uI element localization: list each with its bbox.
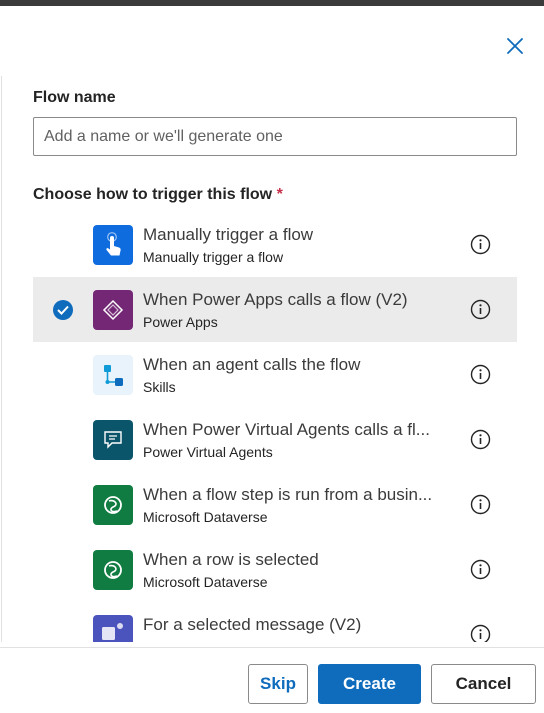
hand-tap-icon (93, 225, 133, 265)
left-divider (1, 76, 2, 642)
trigger-item-agent[interactable]: When an agent calls the flow Skills (33, 342, 517, 407)
trigger-item-pva[interactable]: When Power Virtual Agents calls a fl... … (33, 407, 517, 472)
skip-button[interactable]: Skip (248, 664, 308, 704)
trigger-list[interactable]: Manually trigger a flow Manually trigger… (33, 212, 517, 642)
close-button[interactable] (503, 34, 527, 58)
selected-check-icon (53, 300, 73, 320)
dataverse-icon (93, 550, 133, 590)
trigger-subtitle: Power Apps (143, 314, 218, 330)
chat-bubble-icon (93, 420, 133, 460)
trigger-item-selected-message[interactable]: For a selected message (V2) (33, 602, 517, 642)
trigger-subtitle: Skills (143, 379, 176, 395)
flow-name-label: Flow name (33, 89, 116, 106)
required-marker: * (276, 186, 283, 203)
info-icon[interactable] (470, 364, 491, 385)
trigger-title: When Power Virtual Agents calls a fl... (143, 420, 430, 439)
info-icon[interactable] (470, 299, 491, 320)
flow-name-input[interactable] (33, 117, 517, 156)
info-icon[interactable] (470, 559, 491, 580)
trigger-item-row-selected[interactable]: When a row is selected Microsoft Dataver… (33, 537, 517, 602)
close-icon (507, 38, 523, 54)
info-icon[interactable] (470, 494, 491, 515)
trigger-title: When a flow step is run from a busin... (143, 485, 433, 504)
trigger-title: When an agent calls the flow (143, 355, 361, 374)
trigger-title: When Power Apps calls a flow (V2) (143, 290, 408, 309)
create-button[interactable]: Create (318, 664, 421, 704)
cancel-button[interactable]: Cancel (431, 664, 536, 704)
trigger-subtitle: Power Virtual Agents (143, 444, 273, 460)
trigger-heading: Choose how to trigger this flow * (33, 186, 283, 204)
power-apps-icon (93, 290, 133, 330)
trigger-subtitle: Manually trigger a flow (143, 249, 284, 265)
trigger-title: When a row is selected (143, 550, 319, 569)
trigger-subtitle: Microsoft Dataverse (143, 509, 268, 525)
footer-divider (0, 647, 544, 648)
info-icon[interactable] (470, 624, 491, 642)
info-icon[interactable] (470, 234, 491, 255)
dataverse-icon (93, 485, 133, 525)
trigger-item-flow-step[interactable]: When a flow step is run from a busin... … (33, 472, 517, 537)
top-border (0, 0, 544, 6)
trigger-title: For a selected message (V2) (143, 615, 362, 634)
teams-icon (93, 615, 133, 642)
trigger-subtitle: Microsoft Dataverse (143, 574, 268, 590)
trigger-title: Manually trigger a flow (143, 225, 314, 244)
info-icon[interactable] (470, 429, 491, 450)
trigger-item-power-apps[interactable]: When Power Apps calls a flow (V2) Power … (33, 277, 517, 342)
skills-icon (93, 355, 133, 395)
trigger-heading-text: Choose how to trigger this flow (33, 186, 273, 203)
trigger-item-manual[interactable]: Manually trigger a flow Manually trigger… (33, 212, 517, 277)
